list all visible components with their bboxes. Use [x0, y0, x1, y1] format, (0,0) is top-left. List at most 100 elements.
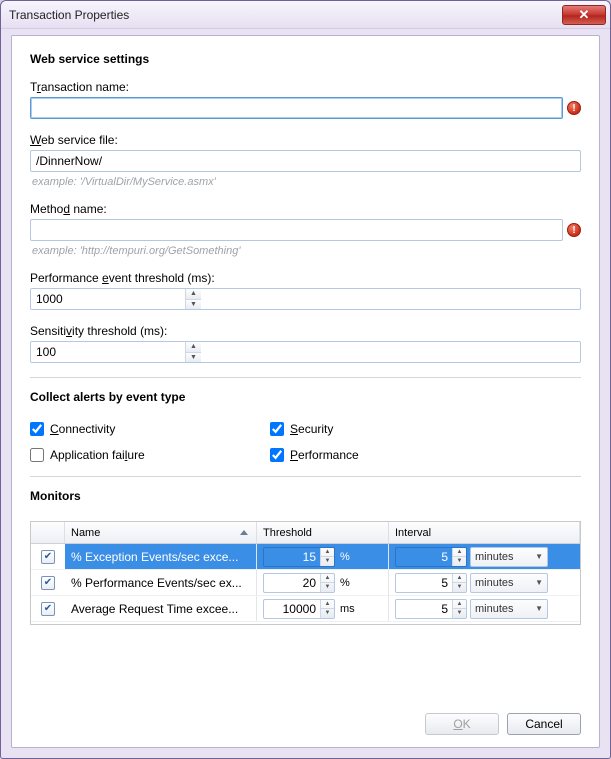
cancel-button[interactable]: Cancel [507, 713, 581, 735]
col-name[interactable]: Name [65, 522, 257, 543]
chevron-down-icon: ▼ [535, 552, 543, 561]
interval-input[interactable] [396, 548, 452, 566]
threshold-input[interactable] [264, 548, 320, 566]
threshold-unit: ms [338, 603, 360, 615]
perf-threshold-input[interactable] [31, 289, 185, 309]
threshold-input[interactable] [264, 574, 320, 592]
web-service-file-input[interactable] [30, 150, 581, 172]
checkbox-input[interactable] [30, 422, 44, 436]
row-checkbox[interactable]: ✔ [41, 550, 55, 564]
checkbox-input[interactable] [270, 422, 284, 436]
spin-buttons[interactable]: ▲▼ [452, 548, 466, 566]
spin-buttons[interactable]: ▲▼ [185, 289, 201, 309]
alert-checkbox[interactable]: Application failure [30, 448, 270, 462]
client-area: Web service settings Transaction name: !… [11, 35, 600, 748]
alerts-heading: Collect alerts by event type [30, 390, 581, 404]
col-threshold[interactable]: Threshold [257, 522, 389, 543]
error-icon: ! [567, 101, 581, 115]
alert-checkbox[interactable]: Security [270, 422, 581, 436]
method-name-input[interactable] [30, 219, 563, 241]
row-name: % Exception Events/sec exce... [65, 544, 257, 569]
spin-up-icon[interactable]: ▲ [321, 600, 334, 609]
method-name-label: Method name: [30, 202, 581, 216]
sensitivity-threshold-stepper[interactable]: ▲▼ [30, 341, 581, 363]
col-checkbox[interactable] [31, 522, 65, 543]
spin-up-icon[interactable]: ▲ [321, 574, 334, 583]
web-service-file-hint: example: '/VirtualDir/MyService.asmx' [32, 176, 581, 188]
threshold-stepper[interactable]: ▲▼ [263, 547, 335, 567]
checkbox-label: Application failure [50, 448, 145, 462]
dropdown-value: minutes [475, 603, 514, 615]
threshold-unit: % [338, 577, 360, 589]
web-service-heading: Web service settings [30, 52, 581, 66]
table-row[interactable]: ✔Average Request Time excee...▲▼ms▲▼minu… [31, 596, 580, 622]
row-checkbox[interactable]: ✔ [41, 576, 55, 590]
table-row[interactable]: ✔% Performance Events/sec ex...▲▼%▲▼minu… [31, 570, 580, 596]
row-name: Average Request Time excee... [65, 596, 257, 621]
window-title: Transaction Properties [9, 8, 562, 22]
spin-buttons[interactable]: ▲▼ [452, 574, 466, 592]
spin-up-icon[interactable]: ▲ [321, 548, 334, 557]
alert-checkbox[interactable]: Performance [270, 448, 581, 462]
interval-input[interactable] [396, 600, 452, 618]
interval-unit-dropdown[interactable]: minutes ▼ [470, 547, 548, 567]
row-threshold: ▲▼% [257, 544, 389, 569]
close-button[interactable]: ✕ [562, 5, 606, 25]
spin-buttons[interactable]: ▲▼ [320, 548, 334, 566]
spin-down-icon[interactable]: ▼ [186, 352, 201, 363]
threshold-stepper[interactable]: ▲▼ [263, 573, 335, 593]
checkbox-label: Connectivity [50, 422, 115, 436]
divider [30, 377, 581, 378]
threshold-input[interactable] [264, 600, 320, 618]
threshold-stepper[interactable]: ▲▼ [263, 599, 335, 619]
dialog-window: Transaction Properties ✕ Web service set… [0, 0, 611, 759]
row-checkbox[interactable]: ✔ [41, 602, 55, 616]
alerts-grid: Connectivity Security Application failure P… [30, 422, 581, 462]
spin-down-icon[interactable]: ▼ [321, 608, 334, 618]
error-icon: ! [567, 223, 581, 237]
interval-stepper[interactable]: ▲▼ [395, 547, 467, 567]
divider [30, 476, 581, 477]
spin-buttons[interactable]: ▲▼ [185, 342, 201, 362]
spin-buttons[interactable]: ▲▼ [320, 574, 334, 592]
method-name-hint: example: 'http://tempuri.org/GetSomethin… [32, 245, 581, 257]
checkbox-input[interactable] [30, 448, 44, 462]
spin-down-icon[interactable]: ▼ [453, 608, 466, 618]
spin-up-icon[interactable]: ▲ [186, 342, 201, 352]
checkbox-input[interactable] [270, 448, 284, 462]
spin-up-icon[interactable]: ▲ [453, 600, 466, 609]
interval-stepper[interactable]: ▲▼ [395, 573, 467, 593]
spin-down-icon[interactable]: ▼ [186, 299, 201, 310]
transaction-name-input[interactable] [30, 97, 563, 119]
row-name: % Performance Events/sec ex... [65, 570, 257, 595]
checkbox-label: Performance [290, 448, 359, 462]
sensitivity-threshold-input[interactable] [31, 342, 185, 362]
ok-button[interactable]: OK [425, 713, 499, 735]
interval-stepper[interactable]: ▲▼ [395, 599, 467, 619]
perf-threshold-stepper[interactable]: ▲▼ [30, 288, 581, 310]
row-checkbox-cell: ✔ [31, 570, 65, 595]
spin-up-icon[interactable]: ▲ [453, 574, 466, 583]
table-row[interactable]: ✔% Exception Events/sec exce...▲▼%▲▼minu… [31, 544, 580, 570]
transaction-name-label: Transaction name: [30, 80, 581, 94]
col-interval[interactable]: Interval [389, 522, 580, 543]
spin-buttons[interactable]: ▲▼ [452, 600, 466, 618]
spin-buttons[interactable]: ▲▼ [320, 600, 334, 618]
interval-unit-dropdown[interactable]: minutes ▼ [470, 599, 548, 619]
dialog-footer: OK Cancel [30, 703, 581, 735]
chevron-down-icon: ▼ [535, 604, 543, 613]
spin-down-icon[interactable]: ▼ [453, 582, 466, 592]
dropdown-value: minutes [475, 551, 514, 563]
dropdown-value: minutes [475, 577, 514, 589]
spin-down-icon[interactable]: ▼ [321, 556, 334, 566]
monitors-table: Name Threshold Interval ✔ % Exception Eve… [30, 521, 581, 625]
spin-up-icon[interactable]: ▲ [186, 289, 201, 299]
spin-down-icon[interactable]: ▼ [453, 556, 466, 566]
interval-input[interactable] [396, 574, 452, 592]
spin-up-icon[interactable]: ▲ [453, 548, 466, 557]
alert-checkbox[interactable]: Connectivity [30, 422, 270, 436]
row-checkbox-cell: ✔ [31, 544, 65, 569]
spin-down-icon[interactable]: ▼ [321, 582, 334, 592]
interval-unit-dropdown[interactable]: minutes▼ [470, 573, 548, 593]
row-checkbox-cell: ✔ [31, 596, 65, 621]
